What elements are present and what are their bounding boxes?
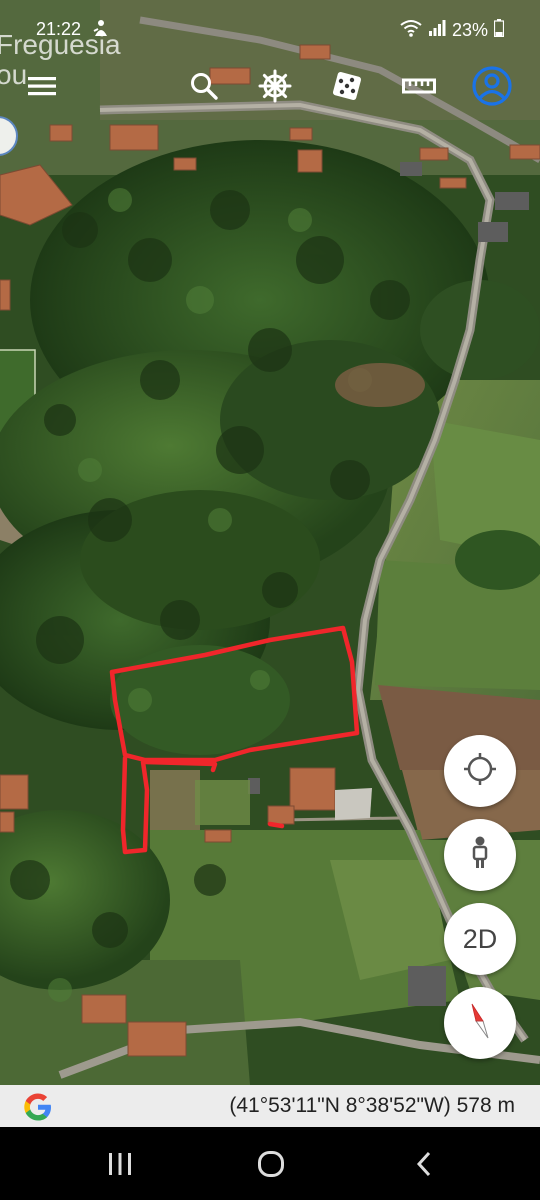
battery-icon bbox=[493, 19, 505, 42]
wifi-icon bbox=[400, 19, 422, 42]
feeling-lucky-dice-icon[interactable] bbox=[327, 66, 367, 106]
street-view-button[interactable] bbox=[444, 819, 516, 891]
recent-apps-icon[interactable] bbox=[100, 1147, 140, 1181]
view-2d-toggle[interactable]: 2D bbox=[444, 903, 516, 975]
voyager-wheel-icon[interactable] bbox=[255, 66, 295, 106]
back-icon[interactable] bbox=[404, 1147, 444, 1181]
search-icon[interactable] bbox=[184, 66, 224, 106]
status-bar: 21:22 23% bbox=[0, 0, 540, 60]
street-view-pegman-icon bbox=[468, 836, 492, 875]
account-icon[interactable] bbox=[470, 64, 514, 108]
battery-percent: 23% bbox=[451, 20, 488, 40]
coordinate-readout: (41°53'11"N 8°38'52"W) 578 m bbox=[229, 1094, 515, 1117]
android-nav-bar bbox=[0, 1127, 540, 1200]
coordinate-bar: (41°53'11"N 8°38'52"W) 578 m bbox=[0, 1085, 540, 1127]
status-time: 21:22 bbox=[36, 19, 82, 39]
compass-button[interactable] bbox=[444, 987, 516, 1059]
measure-ruler-icon[interactable] bbox=[399, 66, 439, 106]
menu-icon[interactable] bbox=[22, 66, 62, 106]
google-logo-icon bbox=[22, 1091, 54, 1123]
compass-icon bbox=[465, 1000, 495, 1047]
notification-icon bbox=[92, 18, 110, 43]
my-location-icon bbox=[462, 751, 498, 792]
status-right-cluster: 23% bbox=[400, 19, 505, 42]
signal-icon bbox=[428, 19, 446, 42]
view-2d-label: 2D bbox=[462, 923, 498, 954]
home-icon[interactable] bbox=[251, 1147, 291, 1181]
my-location-button[interactable] bbox=[444, 735, 516, 807]
